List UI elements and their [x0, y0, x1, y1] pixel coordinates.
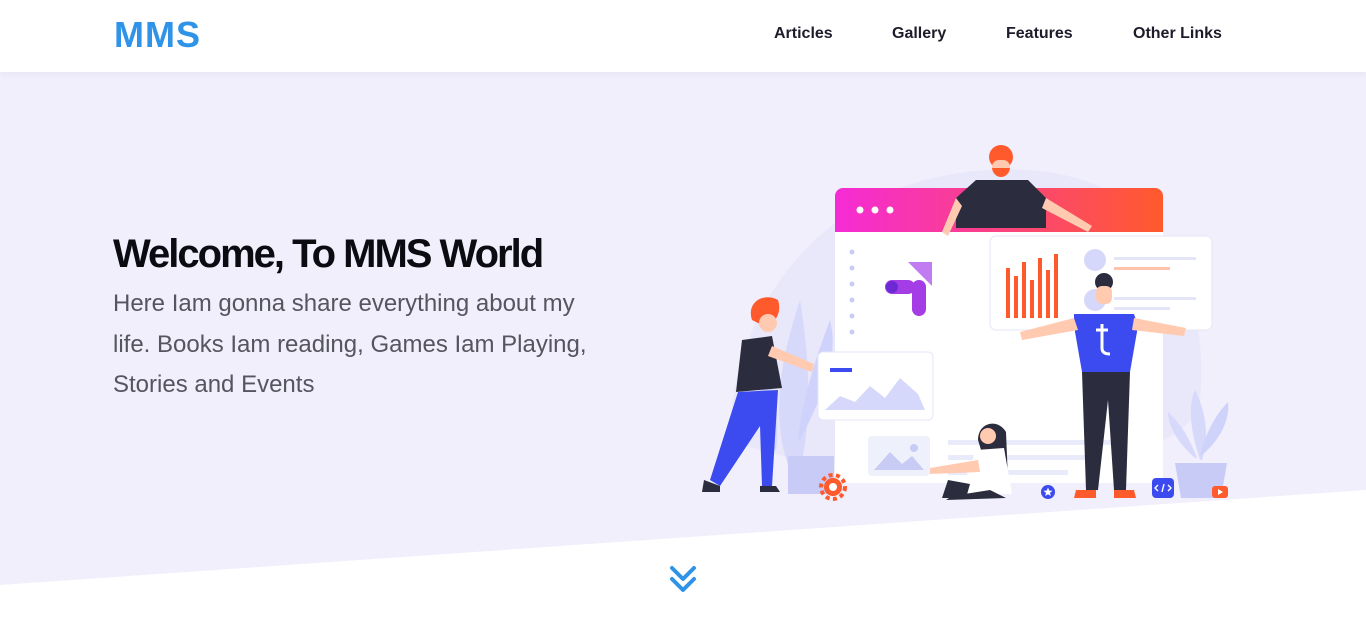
nav-link-features[interactable]: Features [1006, 25, 1073, 43]
hero-title: Welcome, To MMS World [113, 232, 544, 276]
top-navbar: MMS Articles Gallery Features Other Link… [0, 0, 1366, 72]
nav-link-gallery[interactable]: Gallery [892, 25, 946, 43]
hero-section: Welcome, To MMS World Here Iam gonna sha… [0, 72, 1366, 585]
double-chevron-down-icon[interactable] [668, 564, 698, 596]
hero-description: Here Iam gonna share everything about my… [113, 290, 587, 398]
nav-link-articles[interactable]: Articles [774, 25, 833, 43]
hero-illustration [702, 145, 1229, 501]
nav-link-other-links[interactable]: Other Links [1133, 25, 1222, 43]
nav-menu: Articles Gallery Features Other Links [0, 25, 1366, 49]
